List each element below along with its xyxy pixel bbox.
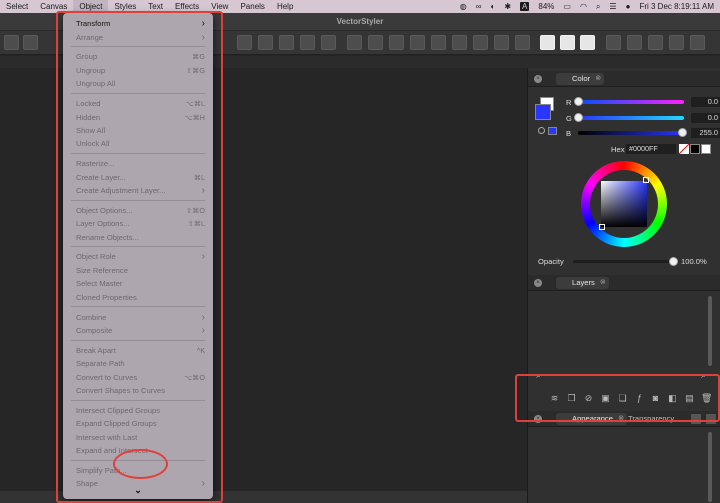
b-slider-knob[interactable] <box>678 128 687 137</box>
toolbar-grid-icon[interactable] <box>321 35 336 50</box>
panel-close-icon[interactable]: × <box>534 279 542 287</box>
g-channel-row: G 0.0 <box>566 113 720 123</box>
black-swatch[interactable] <box>690 144 700 154</box>
fill-swatch[interactable] <box>535 104 551 120</box>
menu-panels[interactable]: Panels <box>234 0 270 13</box>
layers-panel-header: × Layers ⊗ <box>528 275 720 291</box>
menubar-clock[interactable]: Fri 3 Dec 8:19:11 AM <box>639 2 714 11</box>
g-value-field[interactable]: 0.0 <box>691 113 720 123</box>
toolbar-transform-icon[interactable] <box>515 35 530 50</box>
toolbar-align-icon[interactable] <box>452 35 467 50</box>
circle-status-icon[interactable]: ◐ <box>490 2 495 11</box>
appearance-scrollbar[interactable] <box>708 432 712 502</box>
tab-color-label: Color <box>572 74 591 83</box>
toolbar-outline-mode-icon[interactable] <box>560 35 575 50</box>
toolbar-boolean-exclude-icon[interactable] <box>410 35 425 50</box>
toolbar-pixel-preview-icon[interactable] <box>580 35 595 50</box>
siri-icon[interactable]: ● <box>626 2 631 11</box>
r-channel-row: R 0.0 <box>566 97 720 107</box>
menu-select[interactable]: Select <box>0 0 34 13</box>
toolbar-distribute-icon[interactable] <box>473 35 488 50</box>
window-title: VectorStyler <box>336 17 384 26</box>
square-handle-icon[interactable] <box>643 177 649 183</box>
opacity-label: Opacity <box>538 257 564 266</box>
toolbar-rotate-icon[interactable] <box>237 35 252 50</box>
bluetooth-icon[interactable]: ✱ <box>504 2 511 11</box>
toolbar-boolean-intersect-icon[interactable] <box>389 35 404 50</box>
r-value-field[interactable]: 0.0 <box>691 97 720 107</box>
b-channel-label: B <box>566 128 572 138</box>
layers-scrollbar[interactable] <box>708 296 712 366</box>
toolbar-export-icon[interactable] <box>690 35 705 50</box>
keyboard-input-icon[interactable]: A <box>520 2 530 11</box>
g-slider-knob[interactable] <box>574 113 583 122</box>
toolbar-undo-icon[interactable] <box>4 35 19 50</box>
panel-close-icon[interactable]: × <box>534 75 542 83</box>
white-swatch[interactable] <box>701 144 711 154</box>
opacity-value[interactable]: 100.0% <box>681 257 707 266</box>
r-slider-track[interactable] <box>574 97 684 106</box>
tab-layers[interactable]: Layers ⊗ <box>556 277 609 289</box>
color-wheel[interactable] <box>581 161 667 247</box>
toolbar-snap-icon[interactable] <box>606 35 621 50</box>
b-value-field[interactable]: 255.0 <box>691 128 720 138</box>
radio-icon[interactable] <box>538 127 545 134</box>
battery-icon[interactable]: ▭ <box>563 2 571 11</box>
glasses-icon[interactable]: ∞ <box>476 2 482 11</box>
small-fill-swatch[interactable] <box>548 127 557 135</box>
hex-input[interactable]: #0000FF <box>626 144 676 154</box>
no-color-swatch[interactable] <box>679 144 689 154</box>
hue-handle-icon[interactable] <box>599 224 605 230</box>
b-slider-track[interactable] <box>578 128 687 137</box>
b-channel-row: B 255.0 <box>566 128 720 138</box>
toolbar-divide-icon[interactable] <box>431 35 446 50</box>
toolbar-flip-icon[interactable] <box>279 35 294 50</box>
toolbar-record-icon[interactable] <box>648 35 663 50</box>
toolbar-boolean-union-icon[interactable] <box>347 35 362 50</box>
wifi-icon[interactable]: ◠ <box>580 2 587 11</box>
hex-label: Hex <box>611 145 625 154</box>
toolbar-redo-icon[interactable] <box>23 35 38 50</box>
toolbar-boolean-subtract-icon[interactable] <box>368 35 383 50</box>
toolbar-rotate-cw-icon[interactable] <box>258 35 273 50</box>
color-panel-header: × Color ⊗ <box>528 71 720 87</box>
saturation-value-square[interactable] <box>601 181 647 227</box>
opacity-slider-knob[interactable] <box>669 257 678 266</box>
menu-help[interactable]: Help <box>271 0 299 13</box>
tab-color[interactable]: Color ⊗ <box>556 73 605 85</box>
toolbar-target-icon[interactable] <box>669 35 684 50</box>
tab-close-icon[interactable]: ⊗ <box>595 73 601 85</box>
control-center-icon[interactable]: ☰ <box>609 2 616 11</box>
battery-percent: 84% <box>538 2 555 11</box>
toolbar-crop-icon[interactable] <box>494 35 509 50</box>
annotation-menu-highlight <box>56 11 223 503</box>
toolbar-mirror-icon[interactable] <box>300 35 315 50</box>
toolbar-view-mode-icon[interactable] <box>540 35 555 50</box>
layers-list[interactable] <box>528 292 713 367</box>
opacity-slider-track[interactable] <box>573 257 678 266</box>
tab-layers-label: Layers <box>572 278 595 287</box>
menubar-status-area: ◍ ∞ ◐ ✱ A 84% ▭ ◠ ⌕ ☰ ● Fri 3 Dec 8:19:1… <box>460 2 720 12</box>
right-panel-dock: × Color ⊗ R 0.0 G 0.0 B 255.0 Hex #0000FF <box>527 68 720 503</box>
headphones-icon[interactable]: ◍ <box>460 2 467 11</box>
tab-close-icon[interactable]: ⊗ <box>600 277 606 289</box>
search-icon[interactable]: ⌕ <box>596 2 600 12</box>
g-slider-track[interactable] <box>574 113 684 122</box>
toolbar-guides-icon[interactable] <box>627 35 642 50</box>
r-slider-knob[interactable] <box>574 97 583 106</box>
annotation-layers-toolbar-highlight <box>515 374 720 422</box>
annotation-scroll-arrow-highlight <box>113 449 168 479</box>
